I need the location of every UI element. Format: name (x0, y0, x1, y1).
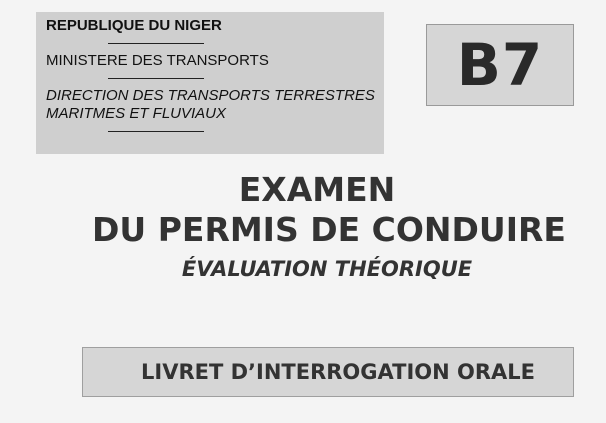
document-page: REPUBLIQUE DU NIGER MINISTERE DES TRANSP… (0, 0, 606, 423)
license-category-badge: B7 (426, 24, 574, 106)
title-line-1: EXAMEN (238, 170, 396, 209)
subtitle: ÉVALUATION THÉORIQUE (181, 257, 473, 281)
booklet-label: LIVRET D’INTERROGATION ORALE (141, 360, 535, 384)
license-category-code: B7 (456, 31, 544, 99)
divider-rule (108, 131, 204, 132)
divider-rule (108, 78, 204, 79)
divider-rule (108, 43, 204, 44)
title-line-2: DU PERMIS DE CONDUIRE (92, 210, 566, 249)
country-name: REPUBLIQUE DU NIGER (46, 17, 222, 34)
booklet-banner: LIVRET D’INTERROGATION ORALE (82, 347, 574, 397)
ministry-name: MINISTERE DES TRANSPORTS (46, 52, 269, 69)
direction-line-1: DIRECTION DES TRANSPORTS TERRESTRES (46, 87, 375, 104)
ministry-header: REPUBLIQUE DU NIGER MINISTERE DES TRANSP… (36, 12, 384, 154)
direction-line-2: MARITMES ET FLUVIAUX (46, 105, 227, 122)
